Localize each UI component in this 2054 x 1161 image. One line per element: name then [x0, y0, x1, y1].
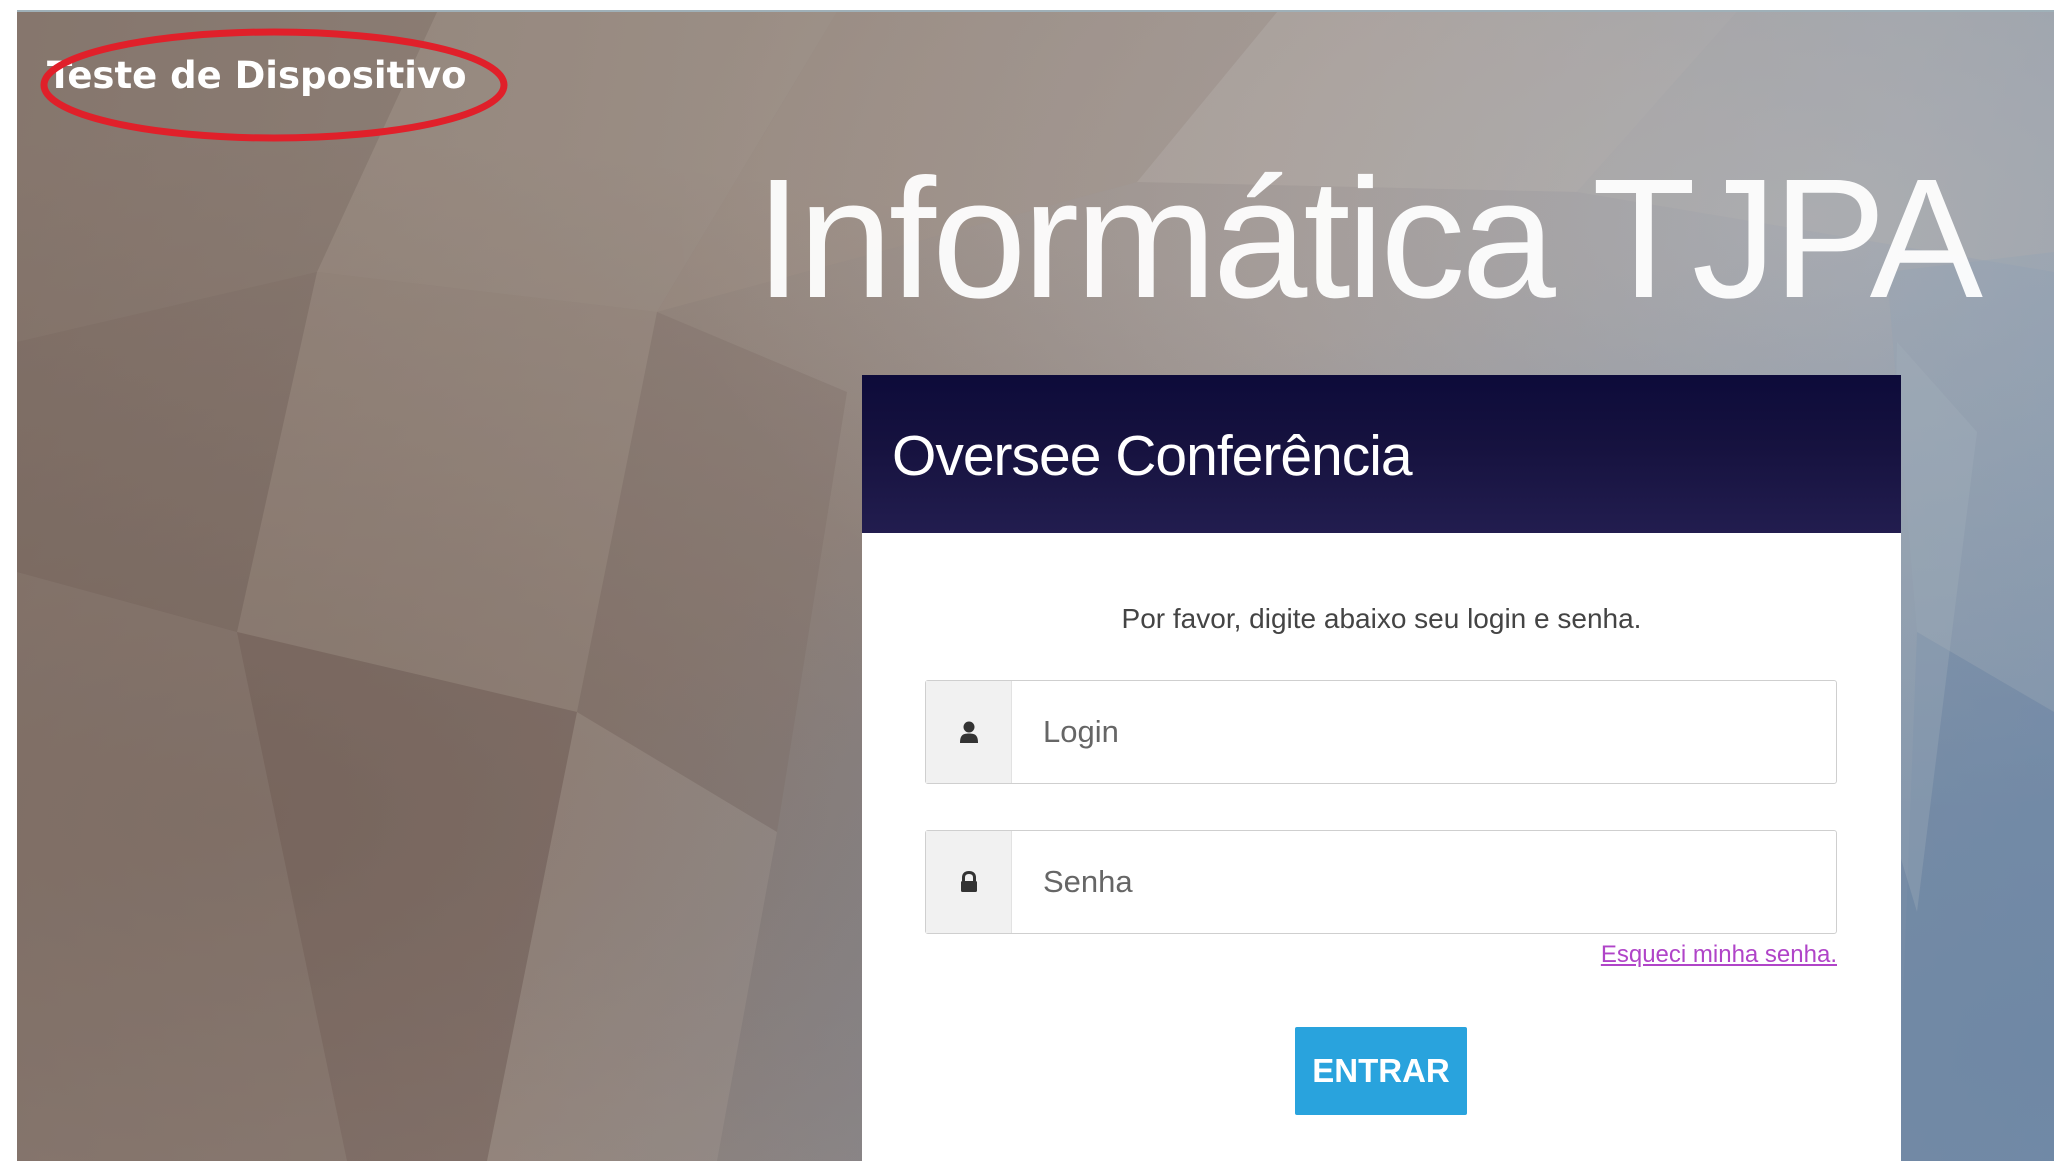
- login-page-background: Teste de Dispositivo Informática TJPA Ov…: [17, 12, 2054, 1161]
- user-icon: [926, 681, 1012, 783]
- password-input[interactable]: [1012, 831, 1836, 933]
- lock-icon: [926, 831, 1012, 933]
- password-field: [925, 830, 1837, 934]
- device-title: Teste de Dispositivo: [47, 54, 467, 97]
- brand-title: Informática TJPA: [755, 144, 1983, 334]
- forgot-password-link[interactable]: Esqueci minha senha.: [1601, 941, 1837, 969]
- login-card-header: Oversee Conferência: [862, 375, 1901, 533]
- login-field: [925, 680, 1837, 784]
- login-instruction: Por favor, digite abaixo seu login e sen…: [1121, 603, 1642, 634]
- app-title: Oversee Conferência: [892, 424, 1413, 488]
- login-button[interactable]: ENTRAR: [1295, 1027, 1467, 1115]
- login-card: Oversee Conferência Por favor, digite ab…: [862, 375, 1901, 1161]
- login-input[interactable]: [1012, 681, 1836, 783]
